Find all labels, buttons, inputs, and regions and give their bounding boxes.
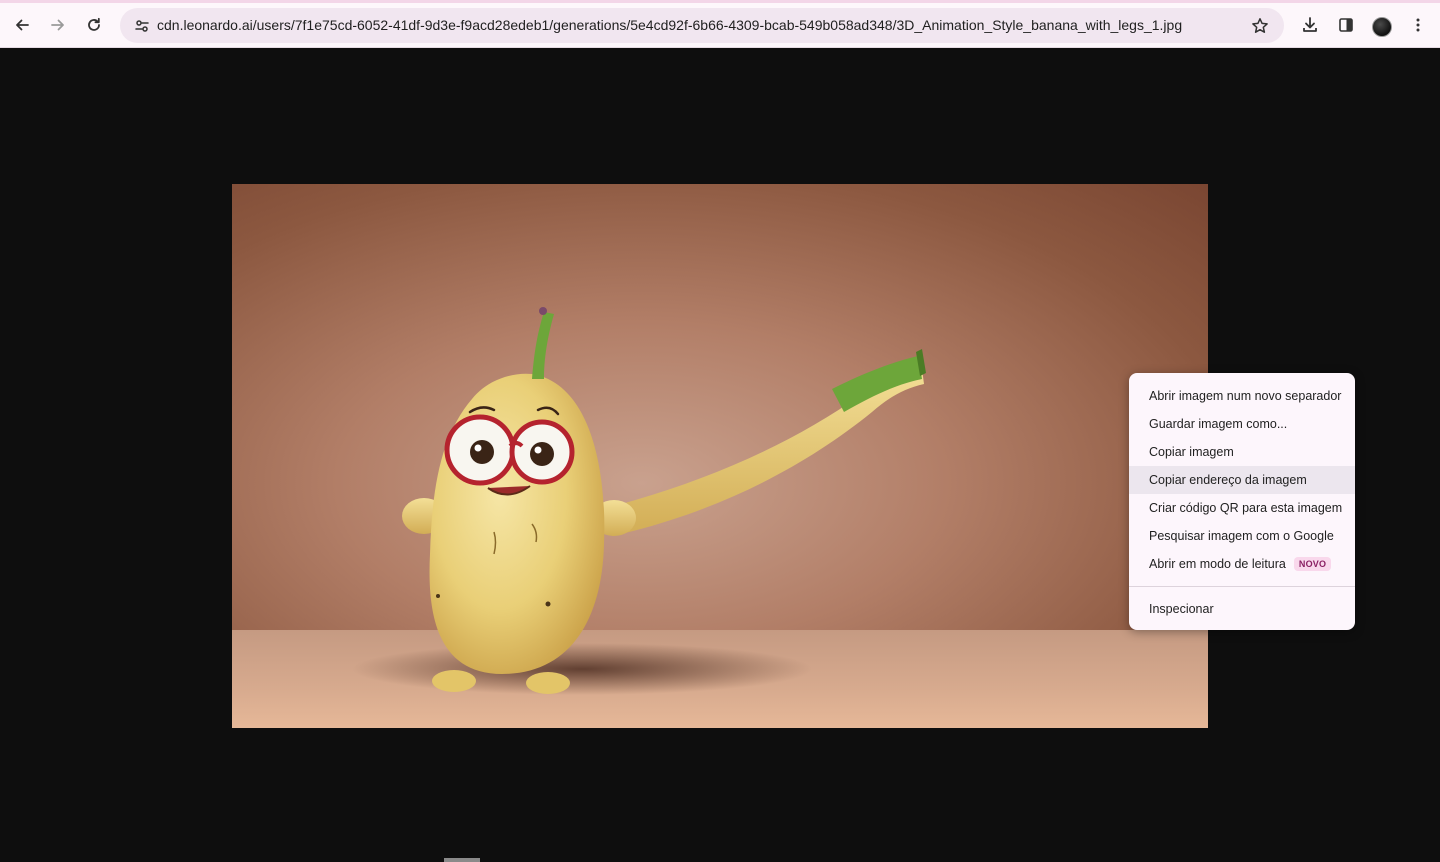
menu-item-label: Pesquisar imagem com o Google	[1149, 529, 1334, 543]
menu-button[interactable]	[1402, 9, 1434, 41]
menu-item-open-reading-mode[interactable]: Abrir em modo de leitura NOVO	[1129, 550, 1355, 578]
side-panel-button[interactable]	[1330, 9, 1362, 41]
menu-item-inspect[interactable]: Inspecionar	[1129, 595, 1355, 623]
download-icon	[1303, 17, 1317, 32]
bookmark-button[interactable]	[1246, 12, 1274, 40]
star-icon	[1252, 18, 1268, 33]
menu-item-label: Copiar imagem	[1149, 445, 1234, 459]
reload-button[interactable]	[78, 9, 110, 41]
menu-item-label: Abrir imagem num novo separador	[1149, 389, 1342, 403]
arrow-right-icon	[51, 19, 64, 31]
menu-item-create-qr-code[interactable]: Criar código QR para esta imagem	[1129, 494, 1355, 522]
displayed-image[interactable]	[232, 184, 1208, 728]
menu-item-search-image-google[interactable]: Pesquisar imagem com o Google	[1129, 522, 1355, 550]
reload-icon	[88, 17, 100, 31]
new-badge: NOVO	[1293, 557, 1332, 571]
forward-button[interactable]	[42, 9, 74, 41]
site-info-button[interactable]	[128, 12, 156, 40]
profile-avatar[interactable]	[1372, 17, 1392, 37]
menu-item-open-image-new-tab[interactable]: Abrir imagem num novo separador	[1129, 382, 1355, 410]
arrow-left-icon	[16, 19, 29, 31]
menu-item-save-image-as[interactable]: Guardar imagem como...	[1129, 410, 1355, 438]
menu-item-label: Copiar endereço da imagem	[1149, 473, 1307, 487]
browser-toolbar: cdn.leonardo.ai/users/7f1e75cd-6052-41df…	[0, 0, 1440, 48]
menu-item-copy-image-address[interactable]: Copiar endereço da imagem	[1129, 466, 1355, 494]
url-text[interactable]: cdn.leonardo.ai/users/7f1e75cd-6052-41df…	[157, 17, 1182, 33]
menu-item-label: Criar código QR para esta imagem	[1149, 501, 1343, 515]
menu-separator	[1129, 586, 1355, 587]
banana-character-illustration	[352, 307, 926, 695]
address-bar[interactable]: cdn.leonardo.ai/users/7f1e75cd-6052-41df…	[120, 8, 1284, 43]
kebab-menu-icon	[1416, 18, 1420, 32]
side-panel-icon	[1339, 18, 1353, 32]
menu-item-label: Inspecionar	[1149, 602, 1214, 616]
scroll-indicator	[444, 858, 480, 862]
menu-item-label: Abrir em modo de leitura	[1149, 557, 1286, 571]
tune-icon	[135, 20, 149, 32]
menu-item-copy-image[interactable]: Copiar imagem	[1129, 438, 1355, 466]
menu-item-label: Guardar imagem como...	[1149, 417, 1288, 431]
back-button[interactable]	[6, 9, 38, 41]
downloads-button[interactable]	[1294, 9, 1326, 41]
context-menu: Abrir imagem num novo separador Guardar …	[1129, 373, 1355, 630]
